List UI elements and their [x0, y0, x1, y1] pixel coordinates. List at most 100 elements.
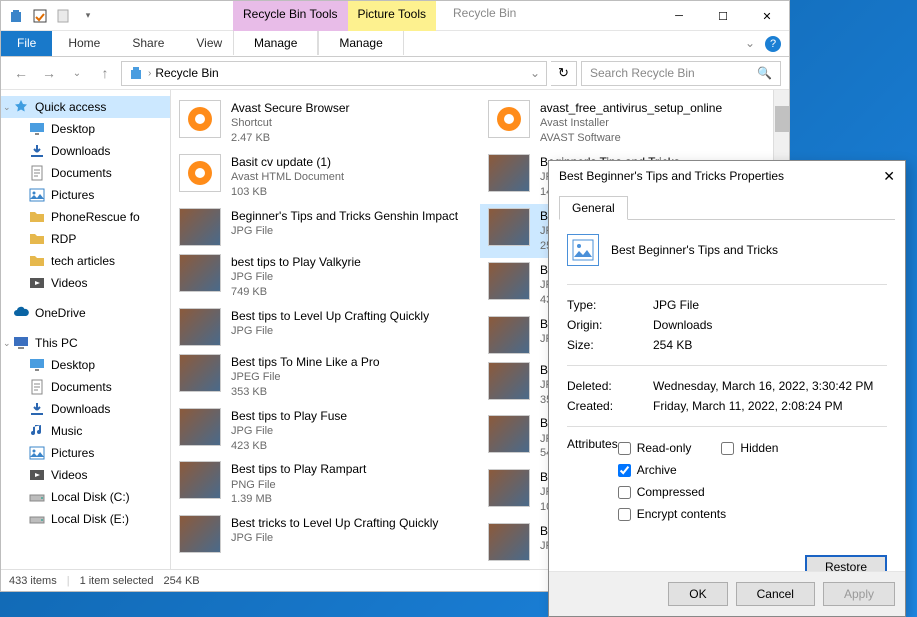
file-thumbnail — [488, 523, 530, 561]
nav-item-local-disk-c-[interactable]: Local Disk (C:) — [1, 486, 170, 508]
dialog-title: Best Beginner's Tips and Tricks Properti… — [559, 169, 784, 183]
restore-button[interactable]: Restore — [805, 555, 887, 571]
folder-icon — [29, 253, 45, 269]
qat-dropdown-icon[interactable]: ▾ — [79, 7, 97, 25]
cancel-button[interactable]: Cancel — [736, 582, 815, 606]
nav-item-videos[interactable]: Videos — [1, 272, 170, 294]
file-item[interactable]: Beginner's Tips and Tricks Genshin Impac… — [171, 204, 480, 250]
refresh-button[interactable]: ↻ — [551, 61, 577, 86]
nav-label: Downloads — [51, 402, 110, 416]
file-type: JPG File — [231, 270, 472, 285]
file-size: 423 KB — [231, 439, 472, 454]
recycle-bin-tools-context[interactable]: Recycle Bin Tools — [233, 1, 348, 31]
share-tab[interactable]: Share — [116, 31, 180, 56]
file-item[interactable]: Best tips to Play RampartPNG File1.39 MB — [171, 457, 480, 511]
readonly-checkbox[interactable] — [618, 442, 631, 455]
home-tab[interactable]: Home — [52, 31, 116, 56]
file-name: avast_free_antivirus_setup_online — [540, 100, 781, 116]
navigation-pane: ⌄Quick accessDesktopDownloadsDocumentsPi… — [1, 90, 171, 569]
file-tab[interactable]: File — [1, 31, 52, 56]
file-item[interactable]: Best tips to Level Up Crafting QuicklyJP… — [171, 304, 480, 350]
file-item[interactable]: Best tips to Play FuseJPG File423 KB — [171, 404, 480, 458]
view-tab[interactable]: View — [180, 31, 238, 56]
ribbon-right: ⌄ ? — [745, 36, 781, 52]
forward-button[interactable]: → — [37, 61, 61, 85]
file-item[interactable]: avast_free_antivirus_setup_onlineAvast I… — [480, 96, 789, 150]
path-box[interactable]: › Recycle Bin ⌄ — [121, 61, 547, 86]
hidden-checkbox[interactable] — [721, 442, 734, 455]
nav-item-rdp[interactable]: RDP — [1, 228, 170, 250]
download-icon — [29, 401, 45, 417]
nav-item-onedrive[interactable]: OneDrive — [1, 302, 170, 324]
nav-item-local-disk-e-[interactable]: Local Disk (E:) — [1, 508, 170, 530]
quick-access-toolbar: ▾ — [1, 7, 97, 25]
file-thumbnail — [179, 154, 221, 192]
properties-dialog: Best Beginner's Tips and Tricks Properti… — [548, 160, 906, 617]
item-count: 433 items — [9, 575, 57, 587]
manage-picture-tab[interactable]: Manage — [318, 31, 403, 55]
nav-item-tech-articles[interactable]: tech articles — [1, 250, 170, 272]
dialog-title-bar[interactable]: Best Beginner's Tips and Tricks Properti… — [549, 161, 905, 191]
file-name: Beginner's Tips and Tricks Genshin Impac… — [231, 208, 472, 224]
deleted-value: Wednesday, March 16, 2022, 3:30:42 PM — [653, 379, 873, 393]
file-type: Avast HTML Document — [231, 170, 472, 185]
up-button[interactable]: ↑ — [93, 61, 117, 85]
file-item[interactable]: Basit cv update (1)Avast HTML Document10… — [171, 150, 480, 204]
nav-item-music[interactable]: Music — [1, 420, 170, 442]
qat-item-icon[interactable] — [55, 7, 73, 25]
apply-button[interactable]: Apply — [823, 582, 895, 606]
minimize-button[interactable]: ─ — [657, 1, 701, 31]
collapse-ribbon-icon[interactable]: ⌄ — [745, 36, 755, 52]
properties-icon[interactable] — [31, 7, 49, 25]
encrypt-label: Encrypt contents — [637, 507, 726, 521]
nav-item-documents[interactable]: Documents — [1, 376, 170, 398]
path-dropdown-icon[interactable]: ⌄ — [530, 66, 540, 80]
nav-item-documents[interactable]: Documents — [1, 162, 170, 184]
file-thumbnail — [488, 208, 530, 246]
nav-item-this-pc[interactable]: ⌄This PC — [1, 332, 170, 354]
nav-item-pictures[interactable]: Pictures — [1, 184, 170, 206]
manage-recycle-tab[interactable]: Manage — [233, 31, 318, 55]
contextual-tabs: Recycle Bin Tools Picture Tools — [233, 1, 436, 31]
back-button[interactable]: ← — [9, 61, 33, 85]
help-icon[interactable]: ? — [765, 36, 781, 52]
type-label: Type: — [567, 298, 653, 312]
general-tab[interactable]: General — [559, 196, 628, 220]
encrypt-checkbox[interactable] — [618, 508, 631, 521]
nav-item-desktop[interactable]: Desktop — [1, 118, 170, 140]
pc-icon — [13, 335, 29, 351]
ok-button[interactable]: OK — [668, 582, 727, 606]
created-label: Created: — [567, 399, 653, 413]
nav-item-downloads[interactable]: Downloads — [1, 140, 170, 162]
file-item[interactable]: Best tricks to Level Up Crafting Quickly… — [171, 511, 480, 557]
file-name: Basit cv update (1) — [231, 154, 472, 170]
picture-tools-context[interactable]: Picture Tools — [348, 1, 436, 31]
compressed-checkbox[interactable] — [618, 486, 631, 499]
file-name: Best Beginner's Tips and Tricks — [611, 243, 778, 257]
file-thumbnail — [488, 362, 530, 400]
maximize-button[interactable]: ☐ — [701, 1, 745, 31]
file-size: 1.39 MB — [231, 492, 472, 507]
archive-checkbox[interactable] — [618, 464, 631, 477]
nav-item-quick-access[interactable]: ⌄Quick access — [1, 96, 170, 118]
nav-label: RDP — [51, 232, 76, 246]
recent-dropdown[interactable]: ⌄ — [65, 61, 89, 85]
nav-item-downloads[interactable]: Downloads — [1, 398, 170, 420]
star-icon — [13, 99, 29, 115]
close-button[interactable]: ✕ — [745, 1, 789, 31]
nav-item-pictures[interactable]: Pictures — [1, 442, 170, 464]
dialog-close-button[interactable]: ✕ — [883, 168, 895, 185]
file-item[interactable]: Best tips To Mine Like a ProJPEG File353… — [171, 350, 480, 404]
file-thumbnail — [179, 408, 221, 446]
nav-label: Downloads — [51, 144, 110, 158]
file-item[interactable]: Avast Secure BrowserShortcut2.47 KB — [171, 96, 480, 150]
file-item[interactable]: best tips to Play ValkyrieJPG File749 KB — [171, 250, 480, 304]
music-icon — [29, 423, 45, 439]
folder-icon — [29, 231, 45, 247]
nav-item-desktop[interactable]: Desktop — [1, 354, 170, 376]
nav-item-phonerescue-fo[interactable]: PhoneRescue fo — [1, 206, 170, 228]
scrollbar-thumb[interactable] — [775, 106, 789, 132]
file-type-icon — [567, 234, 599, 266]
search-box[interactable]: Search Recycle Bin 🔍 — [581, 61, 781, 86]
nav-item-videos[interactable]: Videos — [1, 464, 170, 486]
